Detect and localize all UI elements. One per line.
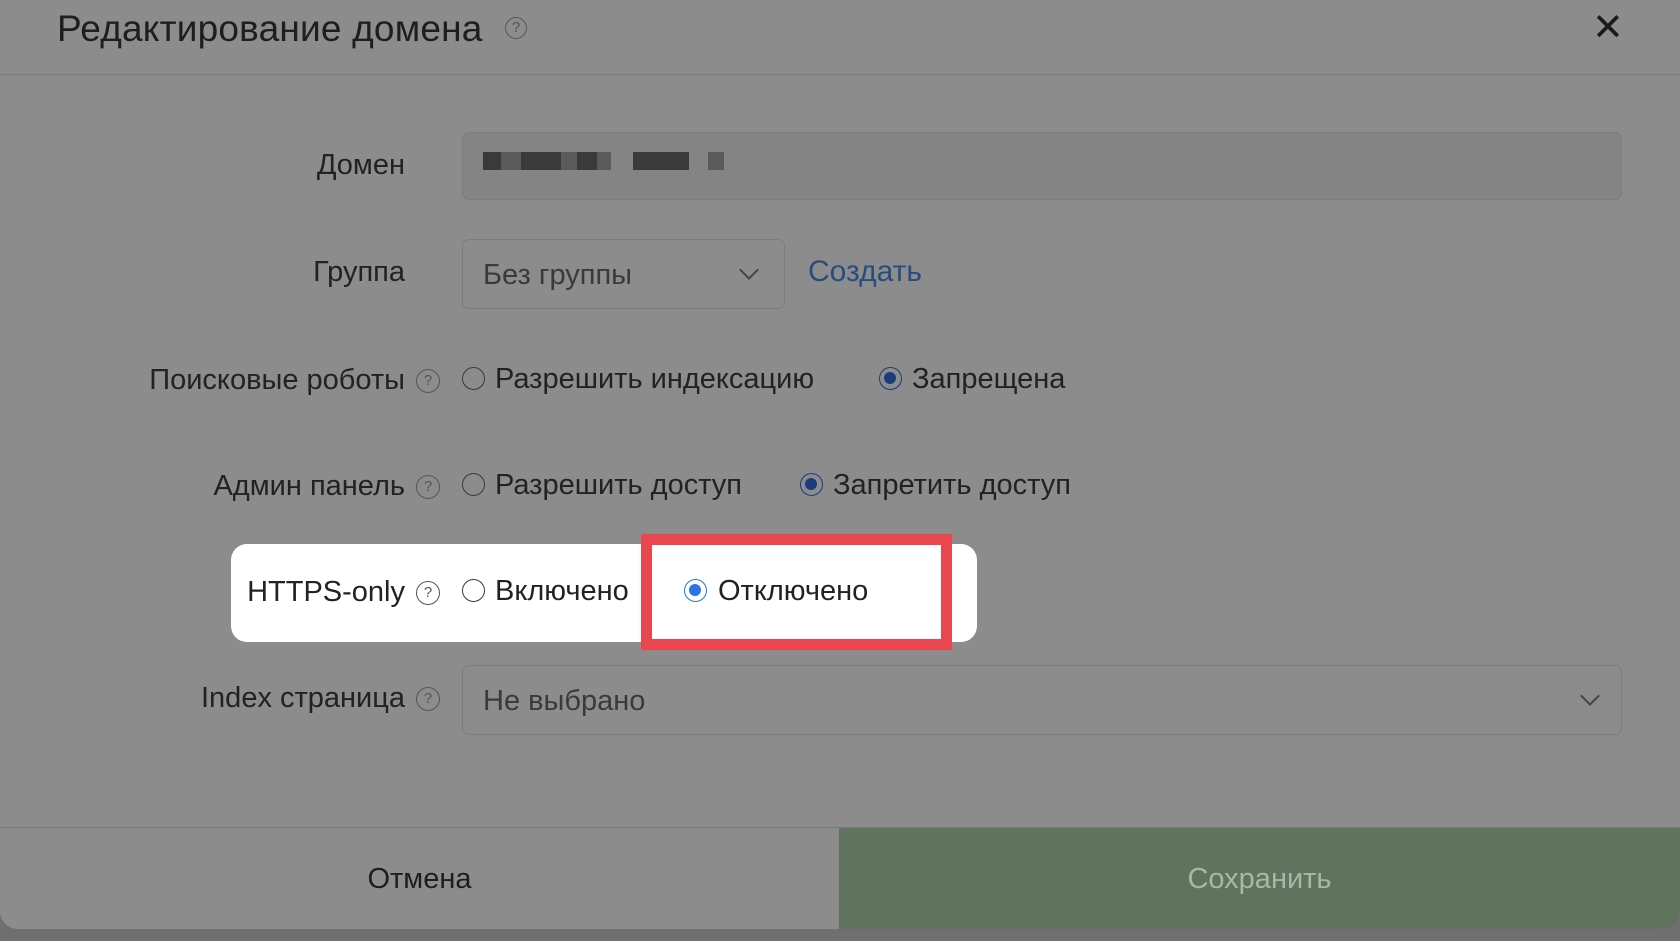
https-enabled-label[interactable]: Включено: [495, 574, 629, 608]
robots-allow-radio[interactable]: [462, 367, 485, 390]
save-button[interactable]: Сохранить: [839, 828, 1680, 929]
https-disabled-radio[interactable]: [684, 579, 707, 602]
https-label: HTTPS-only: [247, 576, 405, 608]
dialog-title: Редактирование домена: [57, 8, 483, 49]
chevron-down-icon: [1580, 686, 1600, 706]
group-select[interactable]: Без группы: [462, 239, 785, 309]
dialog-header: Редактирование домена ? ✕: [0, 0, 1680, 75]
admin-deny-radio[interactable]: [800, 473, 823, 496]
redacted-text: [501, 152, 521, 170]
chevron-down-icon: [739, 260, 759, 280]
admin-label: Админ панель: [213, 470, 405, 502]
redacted-text: [577, 152, 597, 170]
index-page-select[interactable]: Не выбрано: [462, 665, 1622, 735]
dialog-footer: Отмена Сохранить: [0, 827, 1680, 929]
robots-deny-radio[interactable]: [879, 367, 902, 390]
domain-label: Домен: [316, 149, 405, 181]
cancel-button[interactable]: Отмена: [0, 828, 839, 929]
index-page-select-value: Не выбрано: [483, 685, 646, 717]
https-disabled-label[interactable]: Отключено: [718, 574, 868, 608]
create-group-link[interactable]: Создать: [808, 255, 922, 289]
https-enabled-radio[interactable]: [462, 579, 485, 602]
redacted-text: [561, 152, 577, 170]
robots-help-icon[interactable]: ?: [416, 369, 440, 393]
https-help-icon[interactable]: ?: [416, 581, 440, 605]
admin-allow-radio[interactable]: [462, 473, 485, 496]
redacted-text: [483, 152, 501, 170]
domain-input[interactable]: [462, 132, 1622, 200]
robots-deny-label[interactable]: Запрещена: [912, 362, 1065, 396]
index-page-label: Index страница: [201, 682, 405, 714]
redacted-text: [597, 152, 611, 170]
redacted-text: [633, 152, 689, 170]
group-select-value: Без группы: [483, 259, 633, 291]
redacted-text: [708, 152, 724, 170]
title-help-icon[interactable]: ?: [505, 17, 527, 39]
redacted-text: [521, 152, 561, 170]
group-label: Группа: [313, 256, 405, 288]
robots-allow-label[interactable]: Разрешить индексацию: [495, 362, 814, 396]
close-icon[interactable]: ✕: [1592, 8, 1624, 48]
index-page-help-icon[interactable]: ?: [416, 687, 440, 711]
admin-allow-label[interactable]: Разрешить доступ: [495, 468, 742, 502]
edit-domain-dialog: Редактирование домена ? ✕ Домен Группа Б…: [0, 0, 1680, 929]
robots-label: Поисковые роботы: [149, 364, 405, 396]
admin-deny-label[interactable]: Запретить доступ: [833, 468, 1071, 502]
admin-help-icon[interactable]: ?: [416, 475, 440, 499]
